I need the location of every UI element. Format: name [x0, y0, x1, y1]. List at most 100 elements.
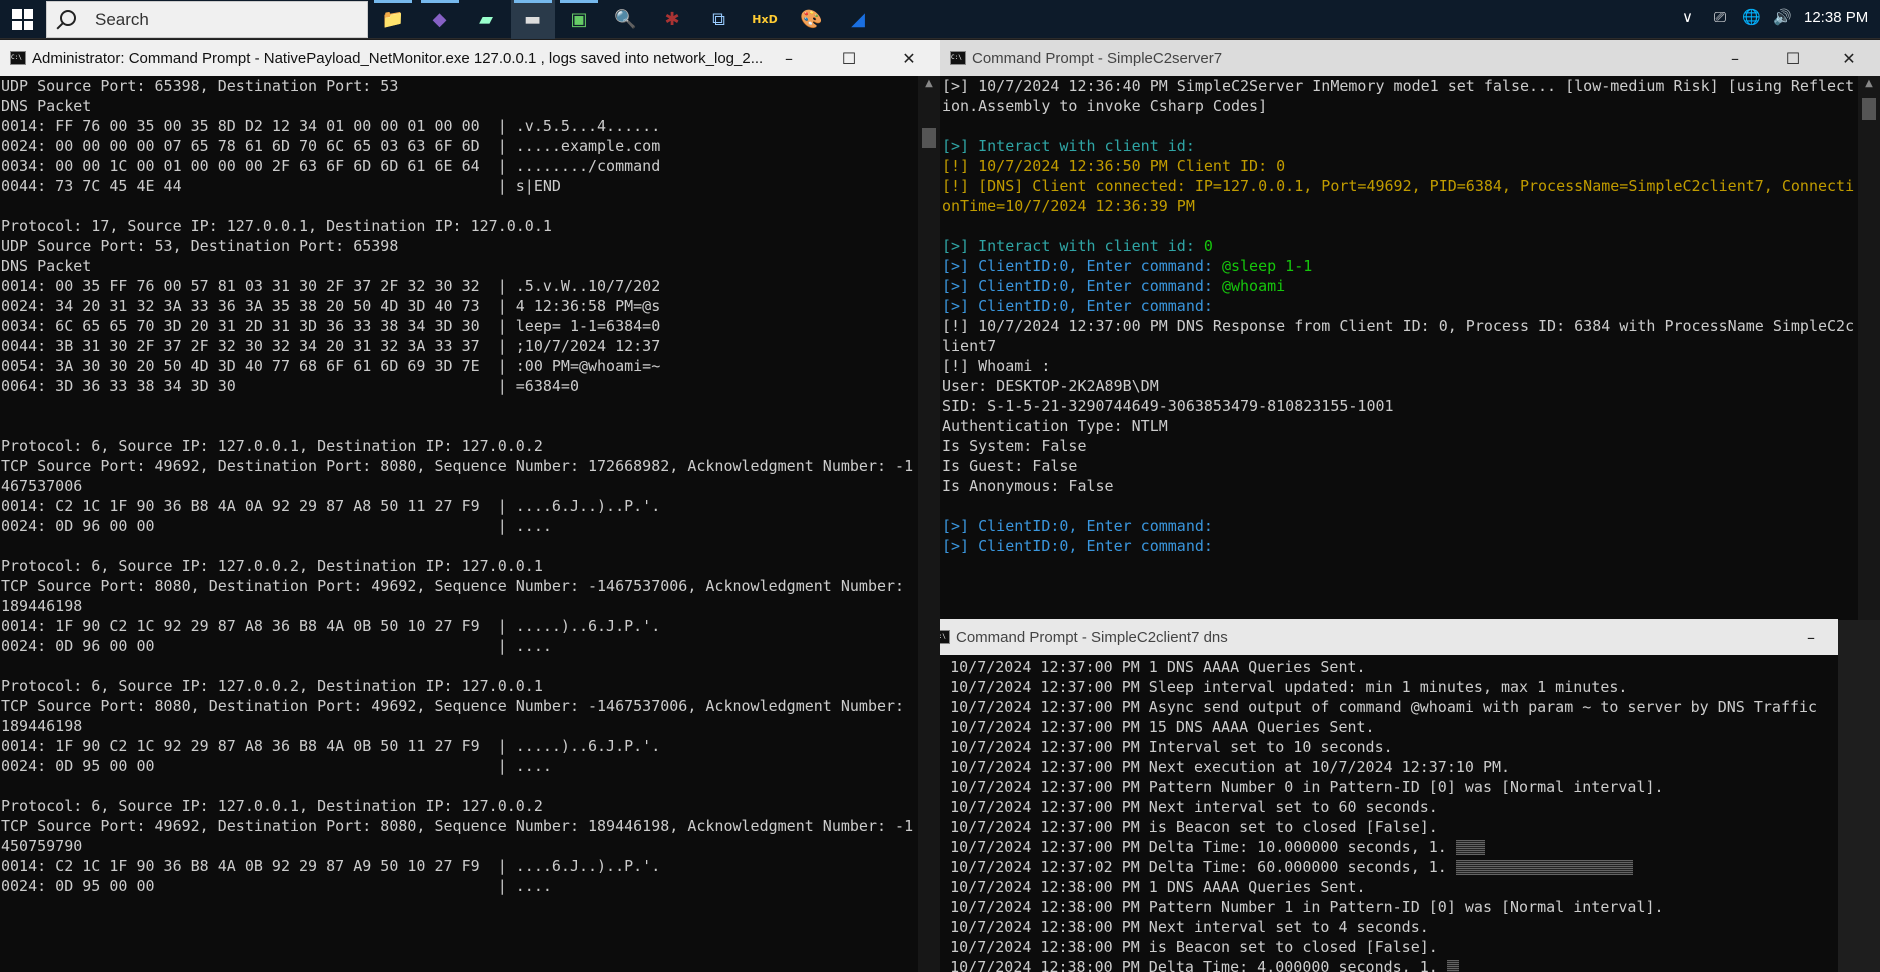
- file-explorer-icon[interactable]: 📁: [371, 0, 415, 39]
- search-box[interactable]: Search: [46, 1, 368, 38]
- console-line: [>] ClientID:0, Enter command: @whoami: [942, 276, 1854, 296]
- console-line: [>] Interact with client id: 0: [942, 236, 1854, 256]
- console-text: [!] 10/7/2024 12:38:00 PM Delta Time: 4.…: [924, 958, 1447, 972]
- console-line: 0044: 73 7C 45 4E 44 | s|END: [1, 177, 561, 195]
- maximize-button[interactable]: ☐: [1770, 40, 1816, 76]
- console-line: 0014: 1F 90 C2 1C 92 29 87 A8 36 B8 4A 0…: [1, 617, 661, 635]
- server-title: Command Prompt - SimpleC2server7: [972, 49, 1223, 67]
- console-line: [#] 10/7/2024 12:37:00 PM Pattern Number…: [924, 777, 1817, 797]
- console-text: [!] 10/7/2024 12:38:00 PM is Beacon set …: [924, 938, 1438, 956]
- client-title: Command Prompt - SimpleC2client7 dns: [956, 628, 1228, 646]
- console-text: Is Anonymous: False: [942, 477, 1114, 495]
- console-line: [#] 10/7/2024 12:38:00 PM Pattern Number…: [924, 897, 1817, 917]
- console-text: [!] 10/7/2024 12:37:00 PM is Beacon set …: [924, 818, 1438, 836]
- cmd-icon: C:\: [10, 51, 26, 65]
- minimize-button[interactable]: –: [766, 40, 812, 76]
- console-text: [!] [DNS] Client connected: IP=127.0.0.1…: [942, 177, 1855, 195]
- console-line: [>] 10/7/2024 12:37:00 PM Sleep interval…: [924, 677, 1817, 697]
- console-text: onTime=10/7/2024 12:36:39 PM: [942, 197, 1195, 215]
- console-text: [!] 10/7/2024 12:37:00 PM Interval set t…: [924, 738, 1393, 756]
- maximize-button[interactable]: ☐: [826, 40, 872, 76]
- console-line: Protocol: 6, Source IP: 127.0.0.1, Desti…: [1, 797, 543, 815]
- console-text: [>] 10/7/2024 12:37:00 PM Sleep interval…: [924, 678, 1628, 696]
- console-text: [>] Interact with client id:: [942, 137, 1195, 155]
- console-line: 0014: 00 35 FF 76 00 57 81 03 31 30 2F 3…: [1, 277, 661, 295]
- console-text: [>] ClientID:0, Enter command:: [942, 517, 1213, 535]
- console-line: [>] 10/7/2024 12:37:00 PM Async send out…: [924, 697, 1817, 717]
- monitor-titlebar[interactable]: C:\ Administrator: Command Prompt - Nati…: [0, 40, 940, 76]
- network-topology-icon[interactable]: ⧉: [697, 0, 741, 39]
- process-monitor-icon[interactable]: ▣: [557, 0, 601, 39]
- console-line: Is System: False: [942, 436, 1854, 456]
- console-line: [!] 10/7/2024 12:37:00 PM is Beacon set …: [924, 817, 1817, 837]
- console-line: 189446198: [1, 717, 83, 735]
- console-text: [!] 10/7/2024 12:37:00 PM Next execution…: [924, 758, 1511, 776]
- server-window: C:\ Command Prompt - SimpleC2server7 – ☐…: [940, 40, 1880, 620]
- console-line: TCP Source Port: 8080, Destination Port:…: [1, 697, 905, 715]
- console-line: 0024: 0D 96 00 00 | ....: [1, 637, 552, 655]
- volume-icon[interactable]: 🔊: [1773, 8, 1792, 26]
- console-line: [!] 10/7/2024 12:37:00 PM DNS Response f…: [942, 316, 1854, 336]
- console-line: [>] ClientID:0, Enter command: @sleep 1-…: [942, 256, 1854, 276]
- bug-icon[interactable]: ✱: [650, 0, 694, 39]
- clock[interactable]: 12:38 PM: [1804, 9, 1868, 26]
- console-line: 0064: 3D 36 33 38 34 3D 30 | =6384=0: [1, 377, 579, 395]
- network-icon[interactable]: 🌐: [1742, 8, 1761, 26]
- console-text: [>] 10/7/2024 12:38:00 PM 1 DNS AAAA Que…: [924, 878, 1366, 896]
- close-button[interactable]: ✕: [886, 40, 932, 76]
- console-line: User: DESKTOP-2K2A89B\DM: [942, 376, 1854, 396]
- console-line: 0024: 00 00 00 00 07 65 78 61 6D 70 6C 6…: [1, 137, 661, 155]
- console-line: [>] 10/7/2024 12:37:00 PM 1 DNS AAAA Que…: [924, 657, 1817, 677]
- client-window: C:\ Command Prompt - SimpleC2client7 dns…: [924, 619, 1838, 972]
- console-line: Is Guest: False: [942, 456, 1854, 476]
- command-prompt-icon[interactable]: ▬: [510, 0, 555, 39]
- console-line: TCP Source Port: 49692, Destination Port…: [1, 817, 914, 835]
- visual-studio-icon[interactable]: ◆: [418, 0, 462, 39]
- console-text: [>] 10/7/2024 12:37:00 PM 15 DNS AAAA Qu…: [924, 718, 1375, 736]
- server-titlebar[interactable]: C:\ Command Prompt - SimpleC2server7 – ☐…: [940, 40, 1880, 76]
- cmd-icon: C:\: [950, 51, 966, 65]
- chevron-up-icon[interactable]: ∨: [1682, 8, 1693, 26]
- paint-icon[interactable]: 🎨: [790, 0, 834, 39]
- network-viewer-icon[interactable]: 🔍: [604, 0, 648, 39]
- hex-editor-icon[interactable]: HxD: [743, 0, 787, 39]
- camera-icon[interactable]: ⎚: [1714, 8, 1726, 26]
- close-button[interactable]: ✕: [1826, 40, 1872, 76]
- console-text: ion.Assembly to invoke Csharp Codes]: [942, 97, 1268, 115]
- console-text: [!] 10/7/2024 12:37:00 PM DNS Response f…: [942, 317, 1855, 335]
- console-text: [#] 10/7/2024 12:37:00 PM Pattern Number…: [924, 778, 1664, 796]
- console-line: 0054: 3A 30 30 20 50 4D 3D 40 77 68 6F 6…: [1, 357, 661, 375]
- console-line: SID: S-1-5-21-3290744649-3063853479-8108…: [942, 396, 1854, 416]
- console-line: 0014: C2 1C 1F 90 36 B8 4A 0B 92 29 87 A…: [1, 857, 661, 875]
- console-line: [!] 10/7/2024 12:37:00 PM Delta Time: 10…: [924, 837, 1817, 857]
- start-button[interactable]: [12, 9, 33, 30]
- console-line: 0014: C2 1C 1F 90 36 B8 4A 0A 92 29 87 A…: [1, 497, 661, 515]
- console-line: Protocol: 17, Source IP: 127.0.0.1, Dest…: [1, 217, 552, 235]
- minimize-button[interactable]: –: [1712, 40, 1758, 76]
- taskbar: Search 📁 ◆ ▰ ▬ ▣ 🔍 ✱ ⧉ HxD 🎨 ◢ ∨ ⎚ 🌐 🔊 12:38 PM: [0, 0, 1880, 39]
- delta-time-bar: [1455, 840, 1486, 855]
- console-line: 0024: 0D 95 00 00 | ....: [1, 757, 552, 775]
- console-line: Authentication Type: NTLM: [942, 416, 1854, 436]
- monitor-scrollbar[interactable]: ▲: [918, 76, 940, 972]
- console-text: Authentication Type: NTLM: [942, 417, 1168, 435]
- console-text: User: DESKTOP-2K2A89B\DM: [942, 377, 1159, 395]
- console-text: Is System: False: [942, 437, 1087, 455]
- minimize-button[interactable]: –: [1788, 619, 1834, 655]
- console-line: [>] 10/7/2024 12:36:40 PM SimpleC2Server…: [942, 76, 1854, 96]
- console-line: [!] 10/7/2024 12:38:00 PM Next interval …: [924, 917, 1817, 937]
- console-line: DNS Packet: [1, 97, 92, 115]
- console-line: [>] Interact with client id:: [942, 136, 1854, 156]
- console-line: Is Anonymous: False: [942, 476, 1854, 496]
- client-titlebar[interactable]: C:\ Command Prompt - SimpleC2client7 dns…: [924, 619, 1838, 655]
- console-line: [!] 10/7/2024 12:37:00 PM Next execution…: [924, 757, 1817, 777]
- notepad-icon[interactable]: ▰: [464, 0, 508, 39]
- console-text: [>] 10/7/2024 12:37:00 PM Async send out…: [924, 698, 1818, 716]
- wireshark-icon[interactable]: ◢: [836, 0, 880, 39]
- console-line: [!] Whoami :: [942, 356, 1854, 376]
- console-line: 0024: 0D 95 00 00 | ....: [1, 877, 552, 895]
- console-text: [>] ClientID:0, Enter command:: [942, 257, 1222, 275]
- server-scrollbar[interactable]: ▲: [1858, 76, 1880, 620]
